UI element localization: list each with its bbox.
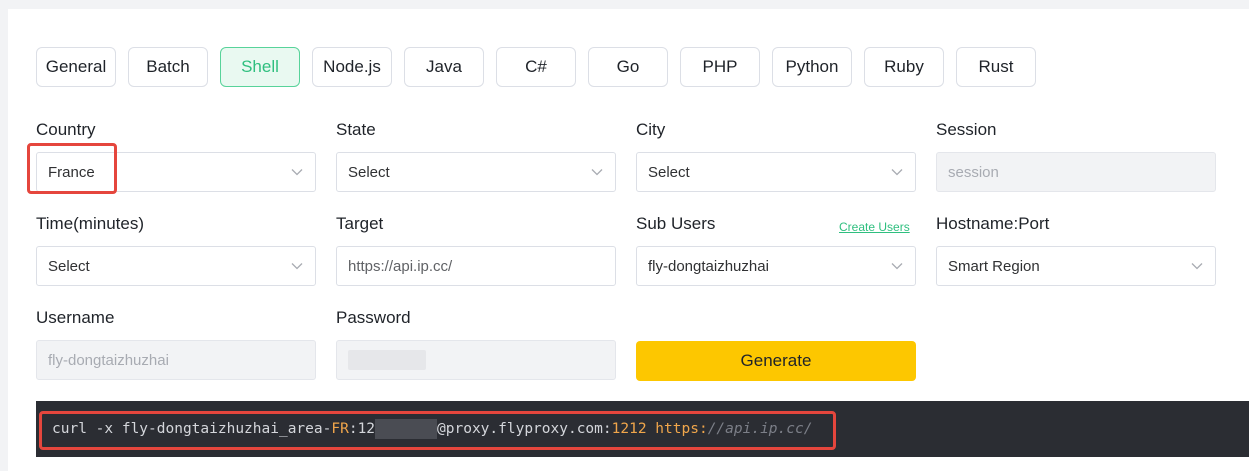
command-prefix: curl -x fly-dongtaizhuzhai_area- [52,421,332,437]
username-value: fly-dongtaizhuzhai [48,351,169,369]
chevron-down-icon [1190,259,1204,273]
command-pwd-start: 12 [357,421,376,437]
tab-rust[interactable]: Rust [956,47,1036,87]
command-scheme: https: [655,421,708,437]
tab-general[interactable]: General [36,47,116,87]
command-space [647,421,656,437]
city-value: Select [648,163,690,181]
city-label: City [636,120,666,139]
command-sep: : [348,421,358,437]
time-value: Select [48,257,90,275]
country-value: France [48,163,95,181]
tab-go[interactable]: Go [588,47,668,87]
tab-shell[interactable]: Shell [220,47,300,87]
sub-users-label: Sub Users [636,214,716,233]
tab-csharp[interactable]: C# [496,47,576,87]
username-input[interactable]: fly-dongtaizhuzhai [36,340,316,380]
session-label: Session [936,120,997,139]
tab-batch[interactable]: Batch [128,47,208,87]
command-host: @proxy.flyproxy.com: [437,421,612,437]
sub-users-value: fly-dongtaizhuzhai [648,257,769,275]
chevron-down-icon [890,165,904,179]
command-redacted [375,419,438,439]
tab-java[interactable]: Java [404,47,484,87]
tab-php[interactable]: PHP [680,47,760,87]
tab-python[interactable]: Python [772,47,852,87]
create-users-link[interactable]: Create Users [839,220,910,234]
city-select[interactable]: Select [636,152,916,192]
country-select[interactable]: France [36,152,316,192]
password-redacted [348,350,426,370]
hostname-label: Hostname:Port [936,214,1050,233]
chevron-down-icon [590,165,604,179]
chevron-down-icon [290,165,304,179]
tab-nodejs[interactable]: Node.js [312,47,392,87]
tab-ruby[interactable]: Ruby [864,47,944,87]
country-label: Country [36,120,96,139]
state-label: State [336,120,376,139]
proxy-config-panel: General Batch Shell Node.js Java C# Go P… [8,9,1249,471]
command-area: FR [331,421,349,437]
command-port: 1212 [611,421,647,437]
state-select[interactable]: Select [336,152,616,192]
target-label: Target [336,214,384,233]
time-label: Time(minutes) [36,214,144,233]
command-output: curl -x fly-dongtaizhuzhai_area- FR:12 @pr… [36,401,1249,457]
chevron-down-icon [890,259,904,273]
time-select[interactable]: Select [36,246,316,286]
language-tabs: General Batch Shell Node.js Java C# Go P… [36,47,1048,87]
password-input[interactable] [336,340,616,380]
state-value: Select [348,163,390,181]
command-url: //api.ip.cc/ [707,421,813,437]
password-label: Password [336,308,411,327]
session-input[interactable]: session [936,152,1216,192]
username-label: Username [36,308,115,327]
chevron-down-icon [290,259,304,273]
target-value: https://api.ip.cc/ [348,257,453,275]
session-placeholder: session [948,163,999,181]
hostname-value: Smart Region [948,257,1040,275]
generate-button[interactable]: Generate [636,341,916,381]
target-input[interactable]: https://api.ip.cc/ [336,246,616,286]
hostname-select[interactable]: Smart Region [936,246,1216,286]
sub-users-select[interactable]: fly-dongtaizhuzhai [636,246,916,286]
